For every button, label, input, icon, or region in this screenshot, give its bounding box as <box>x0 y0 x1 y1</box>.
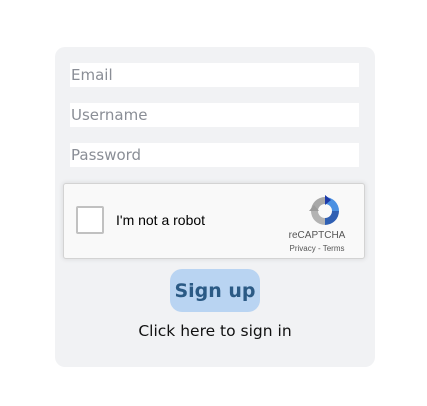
recaptcha-brand: reCAPTCHA <box>288 230 346 241</box>
recaptcha-label: I'm not a robot <box>116 212 206 228</box>
recaptcha-checkbox[interactable] <box>76 206 104 234</box>
signin-link[interactable]: Click here to sign in <box>55 322 375 340</box>
terms-link[interactable]: Terms <box>323 244 345 253</box>
signup-card: I'm not a robot reCAPTCHA Privacy - Term… <box>55 47 375 367</box>
recaptcha-widget: I'm not a robot reCAPTCHA Privacy - Term… <box>63 183 365 259</box>
recaptcha-logo-icon <box>309 195 339 225</box>
signup-button[interactable]: Sign up <box>170 269 260 312</box>
password-field[interactable] <box>70 143 359 167</box>
username-field[interactable] <box>70 103 359 127</box>
privacy-link[interactable]: Privacy <box>290 244 316 253</box>
recaptcha-links: Privacy - Terms <box>282 244 352 253</box>
email-field[interactable] <box>70 63 359 87</box>
links-separator: - <box>315 244 323 253</box>
